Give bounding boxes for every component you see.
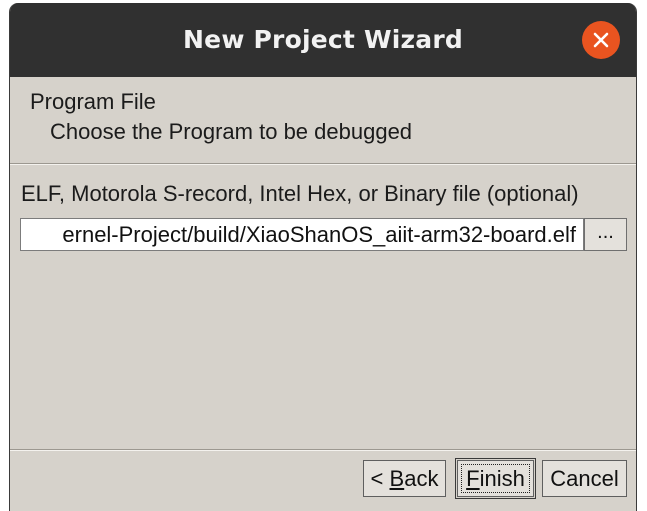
back-button[interactable]: < Back <box>363 460 446 497</box>
program-file-input[interactable]: ernel-Project/build/XiaoShanOS_aiit-arm3… <box>20 218 584 251</box>
focus-ring <box>461 464 530 493</box>
title-bar[interactable]: New Project Wizard <box>10 3 636 77</box>
back-button-label: ack <box>404 466 439 491</box>
finish-button[interactable]: Finish <box>455 458 536 499</box>
back-button-mnemonic: B <box>389 466 405 491</box>
page-subtitle: Choose the Program to be debugged <box>50 119 413 144</box>
wizard-window: New Project Wizard Program File Choose t… <box>9 3 637 511</box>
wizard-page-header: Program File Choose the Program to be de… <box>10 77 636 164</box>
close-icon <box>593 32 609 48</box>
window-title: New Project Wizard <box>183 25 463 54</box>
button-row-divider-highlight <box>10 450 636 451</box>
back-button-prefix: < <box>370 466 390 491</box>
browse-button[interactable]: ... <box>584 218 627 251</box>
close-button[interactable] <box>582 21 620 59</box>
page-title: Program File <box>30 89 156 114</box>
program-file-value: ernel-Project/build/XiaoShanOS_aiit-arm3… <box>62 222 576 247</box>
header-divider <box>10 164 636 165</box>
cancel-button[interactable]: Cancel <box>542 460 627 497</box>
program-file-label: ELF, Motorola S-record, Intel Hex, or Bi… <box>21 181 579 206</box>
